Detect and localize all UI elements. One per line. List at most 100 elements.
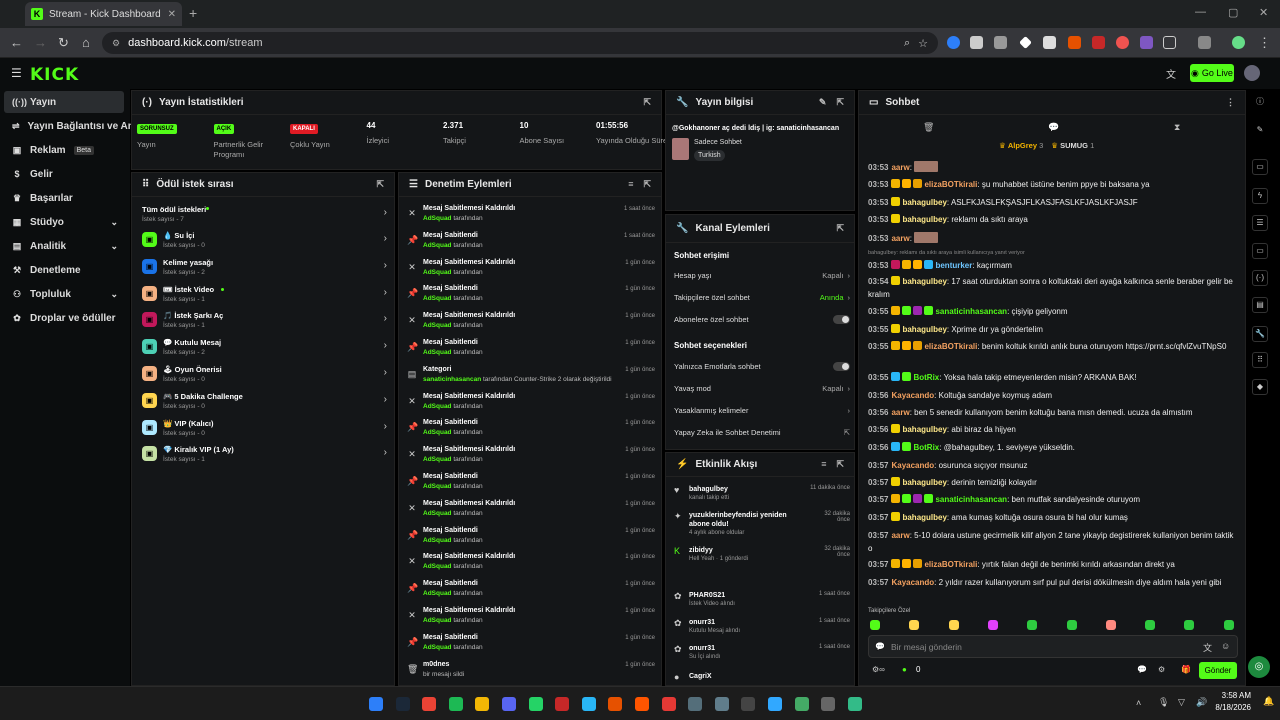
emote-icon[interactable] — [1027, 620, 1038, 630]
hamburger-menu-icon[interactable]: ☰ — [11, 66, 22, 80]
emote-icon[interactable] — [909, 620, 920, 630]
activity-name[interactable]: bahagulbey — [689, 485, 809, 494]
chat-username[interactable]: sanaticinhasancan — [935, 307, 1007, 316]
chat-username[interactable]: aarw — [891, 408, 909, 417]
reward-item[interactable]: ▣ 👑 VIP (Kalıcı) İstek sayısı - 0 › — [142, 417, 387, 441]
chat-icon[interactable]: ▭ — [1252, 159, 1268, 175]
sidebar-item[interactable]: ▦ Stüdyo ⌄ — [4, 211, 124, 233]
activity-name[interactable]: CagriX — [689, 672, 809, 681]
send-button[interactable]: Gönder — [1199, 662, 1237, 679]
clock-time[interactable]: 3:58 AM — [1215, 691, 1251, 700]
reward-item[interactable]: ▣ 💧 Su İçi İstek sayısı - 0 › — [142, 229, 387, 253]
app-icon[interactable] — [661, 697, 676, 711]
popout-icon[interactable]: ⇱ — [836, 459, 844, 470]
app-icon[interactable] — [555, 697, 570, 711]
moderator-name[interactable]: AdSquad — [423, 537, 452, 544]
bookmarks-icon[interactable] — [1198, 36, 1211, 49]
emote-icon[interactable] — [1105, 620, 1116, 630]
forward-icon[interactable]: → — [34, 35, 47, 50]
reward-item[interactable]: ▣ Kelime yasağı İstek sayısı - 2 › — [142, 256, 387, 280]
reward-item[interactable]: ▣ 🕹 Oyun Önerisi İstek sayısı - 0 › — [142, 363, 387, 387]
reward-icon[interactable]: ◆ — [1252, 379, 1268, 395]
lightning-icon[interactable]: ϟ — [1252, 188, 1268, 204]
chat-username[interactable]: bahagulbey — [902, 215, 946, 224]
app-icon[interactable] — [395, 697, 410, 711]
moderator-name[interactable]: AdSquad — [423, 403, 452, 410]
minimize-icon[interactable]: — — [1195, 6, 1206, 18]
moderator-name[interactable]: AdSquad — [423, 456, 452, 463]
sidebar-item[interactable]: ▤ Analitik ⌄ — [4, 235, 124, 257]
gear-icon[interactable]: ⚙ — [1158, 665, 1165, 674]
popout-icon[interactable]: ⇱ — [836, 223, 844, 234]
notification-bell-icon[interactable]: 🔔 — [1263, 696, 1274, 707]
extension-icon[interactable] — [947, 36, 960, 49]
app-icon[interactable] — [581, 697, 596, 711]
moderator-name[interactable]: sanaticinhasancan — [423, 376, 481, 383]
channel-setting-row[interactable]: Yavaş mod Kapalı › — [674, 384, 850, 393]
microphone-icon[interactable]: 🎙 — [1158, 697, 1169, 708]
app-icon[interactable] — [768, 697, 782, 711]
sidebar-item[interactable]: ⚇ Topluluk ⌄ — [4, 283, 124, 305]
emote-icon[interactable] — [1223, 620, 1234, 630]
kick-logo[interactable]: KICK — [30, 65, 79, 85]
reward-item[interactable]: ▣ 🎟 İstek Video İstek sayısı - 1 › — [142, 283, 387, 307]
sidebar-item[interactable]: ⚒ Denetleme — [4, 259, 124, 281]
activity-name[interactable]: onurr31 — [689, 618, 809, 627]
extension-icon[interactable] — [994, 36, 1007, 49]
channel-setting-row[interactable]: Yasaklanmış kelimeler › — [674, 406, 850, 415]
settings-link-icon[interactable]: ⚙∞ — [872, 665, 885, 674]
app-icon[interactable] — [794, 697, 809, 711]
emoji-icon[interactable]: ☺ — [1221, 641, 1230, 651]
app-icon[interactable] — [608, 697, 623, 711]
app-icon[interactable] — [821, 697, 836, 711]
popout-icon[interactable]: ⇱ — [376, 179, 384, 190]
translate-icon[interactable]: 文 — [1166, 66, 1176, 81]
emote-icon[interactable] — [1145, 620, 1156, 630]
emote-icon[interactable] — [948, 620, 959, 630]
trash-icon[interactable]: 🗑 — [923, 122, 934, 133]
chat-username[interactable]: bahagulbey — [902, 325, 946, 334]
volume-icon[interactable]: 🔊 — [1196, 697, 1207, 708]
filter-icon[interactable]: ≡ — [628, 179, 633, 190]
chat-username[interactable]: bahagulbey — [902, 425, 946, 434]
queue-icon[interactable]: ⠿ — [1252, 352, 1268, 368]
activity-name[interactable]: PHAR0S21 — [689, 591, 809, 600]
new-tab-icon[interactable]: + — [189, 5, 197, 21]
chat-username[interactable]: BotRix — [913, 443, 939, 452]
extension-shield-icon[interactable] — [1043, 36, 1056, 49]
chat-username[interactable]: elizaBOTkirali — [924, 342, 977, 351]
popout-icon[interactable]: ⇱ — [836, 97, 844, 108]
clock-date[interactable]: 8/18/2026 — [1210, 703, 1251, 712]
moderator-name[interactable]: AdSquad — [423, 563, 452, 570]
close-window-icon[interactable]: ✕ — [1259, 6, 1268, 19]
extension-icon[interactable] — [1140, 36, 1153, 49]
chat-input[interactable]: 💬 Bir mesaj gönderin 文 ☺ — [868, 635, 1238, 658]
app-icon[interactable] — [847, 697, 862, 711]
all-requests-item[interactable]: Tüm ödül istekleri İstek sayısı - 7 › — [142, 203, 387, 227]
moderator-name[interactable]: AdSquad — [423, 429, 452, 436]
extension-icon[interactable] — [1116, 36, 1129, 49]
chat-bubble-icon[interactable]: 💬 — [1048, 122, 1059, 133]
moderator-name[interactable]: AdSquad — [423, 349, 452, 356]
sidebar-item[interactable]: ▣ Reklam Beta — [4, 139, 124, 161]
app-icon[interactable] — [528, 697, 543, 711]
wifi-icon[interactable]: ▽ — [1178, 697, 1185, 708]
reload-icon[interactable]: ↻ — [58, 35, 69, 51]
chat-username[interactable]: aarw — [891, 234, 909, 243]
edit-icon[interactable]: ✎ — [1252, 123, 1268, 139]
moderator-name[interactable]: AdSquad — [423, 590, 452, 597]
broadcast-icon[interactable]: (·) — [1252, 270, 1268, 286]
zoom-icon[interactable]: ⌕ — [904, 37, 910, 50]
chat-username[interactable]: Kayacando — [891, 461, 934, 470]
wrench-icon[interactable]: 🔧 — [1252, 326, 1268, 342]
hourglass-icon[interactable]: ⧗ — [1174, 122, 1180, 133]
moderator-name[interactable]: AdSquad — [423, 295, 452, 302]
go-live-button[interactable]: ◉ Go Live — [1190, 64, 1234, 82]
app-icon[interactable] — [714, 697, 729, 711]
mod-icon[interactable]: ▤ — [1252, 297, 1268, 313]
app-icon[interactable] — [688, 697, 703, 711]
channel-setting-row[interactable]: Hesap yaşı Kapalı › — [674, 271, 850, 280]
sidebar-item[interactable]: ((·)) Yayın — [4, 91, 124, 113]
profile-icon[interactable] — [1232, 36, 1245, 49]
moderator-name[interactable]: AdSquad — [423, 644, 452, 651]
